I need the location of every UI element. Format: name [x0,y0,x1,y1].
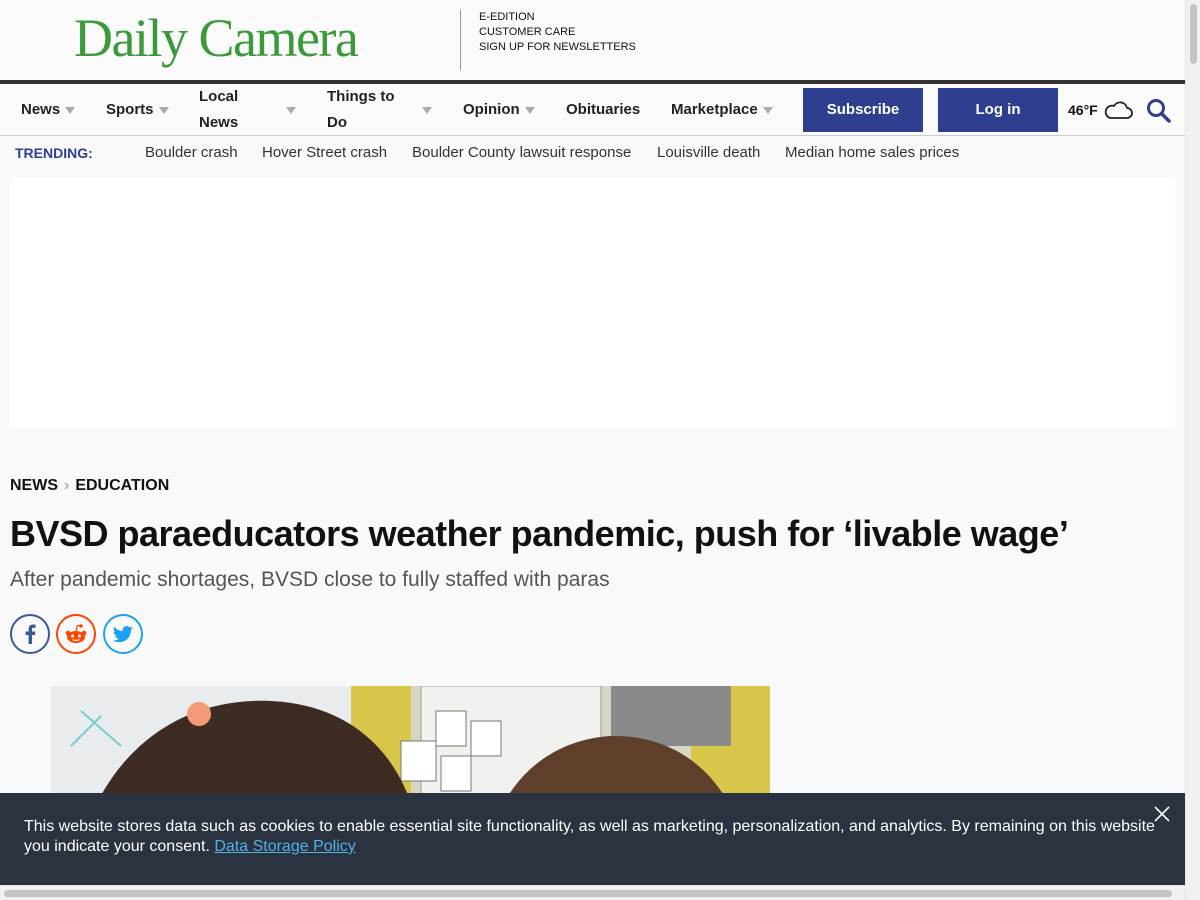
chevron-down-icon[interactable] [422,107,432,114]
reddit-icon [65,624,87,643]
login-button[interactable]: Log in [938,88,1058,132]
vertical-scrollbar[interactable] [1185,0,1200,900]
twitter-icon [113,626,133,642]
nav-label: Local [199,88,239,105]
main-nav: News Sports Local News Things to Do Opin… [0,84,1185,136]
nav-label: Do [327,114,347,131]
weather-widget[interactable]: 46°F [1068,98,1098,122]
breadcrumb: NEWS › EDUCATION [10,476,169,496]
header-divider [460,10,461,70]
facebook-icon [25,624,36,644]
chevron-down-icon[interactable] [159,107,169,114]
article-subheadline: After pandemic shortages, BVSD close to … [10,568,610,591]
breadcrumb-news[interactable]: NEWS [10,477,58,494]
nav-item-things-to-do[interactable]: Things to Do [327,84,395,136]
nav-label: News [21,101,61,118]
cookie-banner-text: This website stores data such as cookies… [24,818,1155,855]
ad-slot [10,178,1175,428]
close-icon[interactable] [1153,805,1171,823]
trending-link[interactable]: Louisville death [657,137,760,169]
nav-item-obituaries[interactable]: Obituaries [566,97,640,123]
search-icon[interactable] [1146,98,1172,124]
newsletter-signup-link[interactable]: SIGN UP FOR NEWSLETTERS [479,40,636,55]
horizontal-scrollbar-thumb[interactable] [4,890,1172,897]
nav-item-sports[interactable]: Sports [106,97,154,123]
nav-item-news[interactable]: News [21,97,60,123]
site-logo[interactable]: Daily Camera [74,6,359,70]
chevron-down-icon[interactable] [286,107,296,114]
facebook-share-button[interactable] [10,614,50,654]
vertical-scrollbar-thumb[interactable] [1190,4,1197,64]
subscribe-button[interactable]: Subscribe [803,88,923,132]
utility-links: E-EDITION CUSTOMER CARE SIGN UP FOR NEWS… [479,10,636,55]
trending-link[interactable]: Boulder crash [145,137,238,169]
weather-temp: 46°F [1068,102,1098,118]
nav-item-local-news[interactable]: Local News [199,84,238,136]
nav-item-marketplace[interactable]: Marketplace [671,97,758,123]
trending-bar: TRENDING: Boulder crash Hover Street cra… [0,137,1185,169]
trending-link[interactable]: Median home sales prices [785,137,959,169]
trending-link[interactable]: Hover Street crash [262,137,387,169]
reddit-share-button[interactable] [56,614,96,654]
chevron-down-icon[interactable] [525,107,535,114]
cookie-banner: This website stores data such as cookies… [0,793,1185,885]
nav-label: Marketplace [671,101,758,118]
nav-label: Obituaries [566,101,641,118]
chevron-down-icon[interactable] [763,107,773,114]
site-header: Daily Camera E-EDITION CUSTOMER CARE SIG… [0,0,1185,80]
nav-item-opinion[interactable]: Opinion [463,97,520,123]
data-storage-policy-link[interactable]: Data Storage Policy [214,838,355,855]
trending-label: TRENDING: [15,145,93,161]
nav-label: Sports [106,101,154,118]
e-edition-link[interactable]: E-EDITION [479,10,636,25]
horizontal-scrollbar[interactable] [0,885,1185,900]
cloud-icon [1104,101,1133,119]
trending-link[interactable]: Boulder County lawsuit response [412,137,631,169]
customer-care-link[interactable]: CUSTOMER CARE [479,25,636,40]
twitter-share-button[interactable] [103,614,143,654]
article-headline: BVSD paraeducators weather pandemic, pus… [10,513,1069,554]
breadcrumb-education[interactable]: EDUCATION [75,477,169,494]
chevron-down-icon[interactable] [65,107,75,114]
chevron-right-icon: › [64,477,70,494]
nav-label: News [199,114,239,131]
nav-label: Things to [327,88,395,105]
nav-label: Opinion [463,101,520,118]
